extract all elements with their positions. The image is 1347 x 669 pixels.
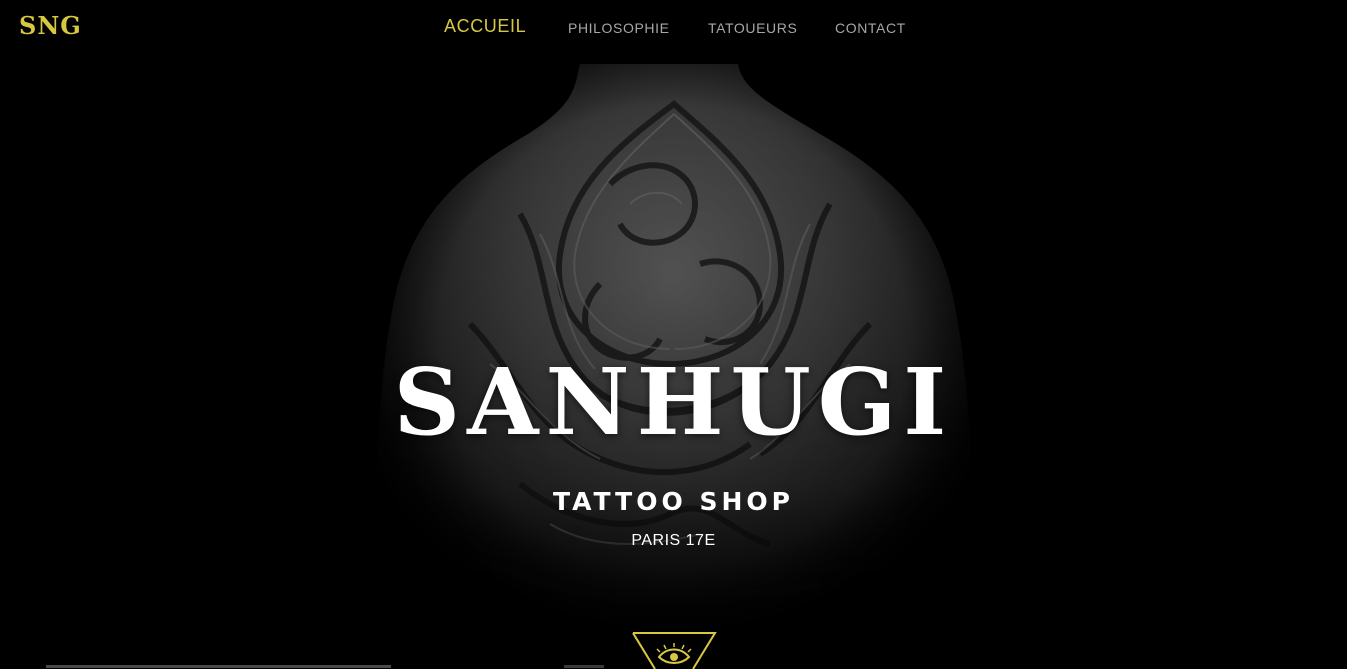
eye-triangle-icon[interactable] (631, 631, 717, 669)
page: SNG ACCUEIL PHILOSOPHIE TATOUEURS CONTAC… (0, 0, 1347, 669)
main-nav: ACCUEIL PHILOSOPHIE TATOUEURS CONTACT (0, 0, 1347, 56)
hero-location: PARIS 17E (631, 532, 716, 549)
nav-item-accueil[interactable]: ACCUEIL (444, 16, 526, 37)
hero-subtitle: TATTOO SHOP (553, 487, 794, 516)
section-divider-left (46, 665, 391, 668)
nav-item-tatoueurs[interactable]: TATOUEURS (708, 20, 797, 36)
nav-item-contact[interactable]: CONTACT (835, 20, 906, 36)
hero-title: SANHUGI (393, 348, 954, 456)
section-divider-center (564, 665, 604, 668)
nav-item-philosophie[interactable]: PHILOSOPHIE (568, 20, 670, 36)
